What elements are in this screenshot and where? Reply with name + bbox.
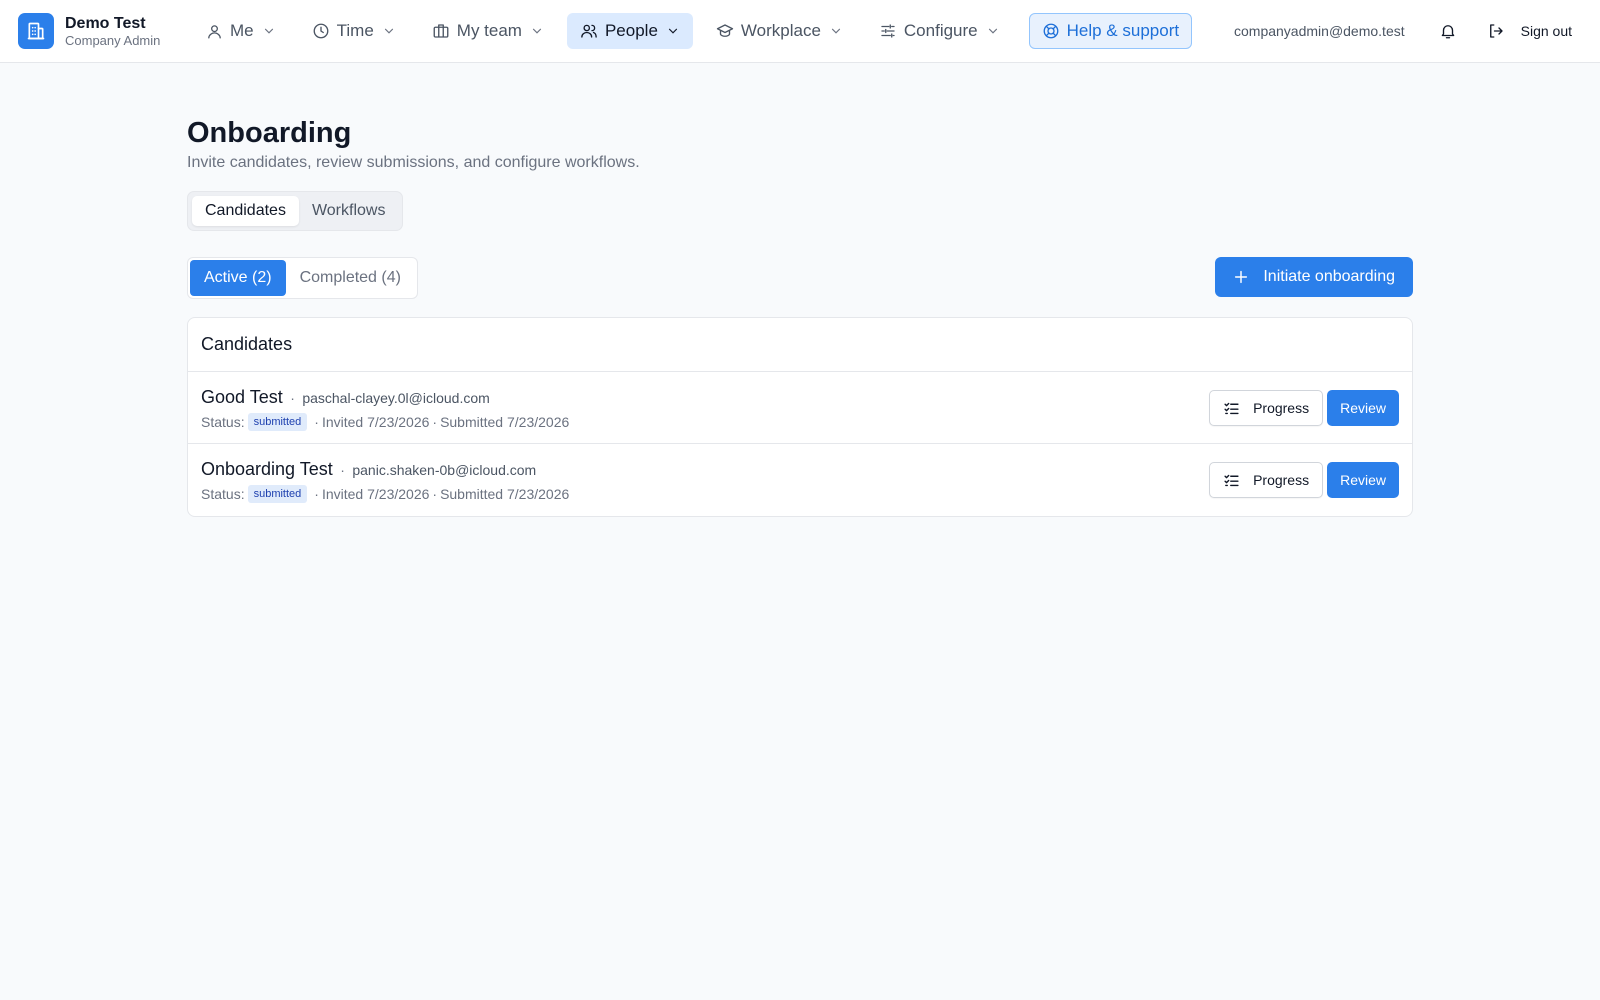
user-icon	[206, 23, 223, 40]
nav-item-label: Workplace	[740, 21, 821, 40]
notifications-bell-icon[interactable]	[1431, 14, 1465, 48]
nav-item-label: My team	[456, 21, 522, 40]
nav-item-people[interactable]: People	[566, 13, 693, 49]
plus-icon	[1233, 269, 1249, 285]
user-area: companyadmin@demo.test Sign out	[1234, 13, 1572, 49]
separator: ·	[314, 414, 319, 430]
tab-workflows[interactable]: Workflows	[299, 196, 399, 226]
users-icon	[580, 22, 598, 40]
checklist-icon	[1223, 400, 1240, 417]
review-button[interactable]: Review	[1327, 462, 1399, 498]
submitted-date: Submitted 7/23/2026	[440, 486, 570, 502]
main-content: Onboarding Invite candidates, review sub…	[187, 115, 1413, 517]
nav-item-label: Me	[230, 21, 254, 40]
review-button[interactable]: Review	[1327, 390, 1399, 426]
candidates-card-title: Candidates	[188, 318, 1412, 372]
candidate-name: Onboarding Test	[201, 459, 333, 479]
chevron-down-icon	[666, 24, 680, 38]
invited-date: Invited 7/23/2026	[321, 414, 430, 430]
candidate-email: panic.shaken-0b@icloud.com	[352, 462, 537, 478]
nav-item-my-team[interactable]: My team	[419, 13, 557, 49]
nav-item-label: Configure	[903, 21, 978, 40]
status-badge: submitted	[247, 413, 308, 431]
company-name: Demo Test	[65, 14, 146, 32]
chevron-down-icon	[262, 24, 276, 38]
initiate-onboarding-button[interactable]: Initiate onboarding	[1215, 257, 1413, 297]
user-role: Company Admin	[65, 32, 161, 48]
status-filter-tabs: Active (2) Completed (4)	[187, 257, 418, 299]
tab-candidates[interactable]: Candidates	[192, 196, 299, 226]
submitted-date: Submitted 7/23/2026	[440, 414, 570, 430]
separator: ·	[432, 414, 438, 430]
lifebuoy-icon	[1042, 22, 1060, 40]
progress-label: Progress	[1253, 400, 1310, 416]
tab-completed[interactable]: Completed (4)	[286, 260, 415, 296]
status-label: Status:	[201, 486, 245, 502]
chevron-down-icon	[382, 24, 396, 38]
clock-icon	[312, 22, 330, 40]
chevron-down-icon	[986, 24, 1000, 38]
checklist-icon	[1223, 472, 1240, 489]
main-nav: Me Time My team People Workplace Configu…	[193, 13, 1202, 49]
controls-row: Active (2) Completed (4) Initiate onboar…	[187, 257, 1413, 299]
nav-item-workplace[interactable]: Workplace	[703, 13, 856, 49]
help-support-label: Help & support	[1066, 21, 1180, 40]
sign-out-button[interactable]: Sign out	[1487, 22, 1572, 40]
sliders-icon	[879, 22, 897, 40]
brand[interactable]: Demo Test Company Admin	[18, 13, 160, 49]
progress-button[interactable]: Progress	[1209, 390, 1324, 426]
candidate-name: Good Test	[201, 387, 283, 407]
page-subtitle: Invite candidates, review submissions, a…	[187, 154, 640, 171]
invited-date: Invited 7/23/2026	[321, 486, 430, 502]
section-tabs: Candidates Workflows	[187, 191, 404, 231]
progress-button[interactable]: Progress	[1209, 462, 1324, 498]
candidate-email: paschal-clayey.0l@icloud.com	[302, 390, 490, 406]
chevron-down-icon	[530, 24, 544, 38]
chevron-down-icon	[829, 24, 843, 38]
help-support-button[interactable]: Help & support	[1028, 13, 1193, 49]
separator: ·	[314, 486, 319, 502]
separator: ·	[340, 462, 345, 478]
candidate-row: Good Test · paschal-clayey.0l@icloud.com…	[188, 372, 1412, 444]
candidates-card: Candidates Good Test · paschal-clayey.0l…	[187, 317, 1413, 517]
status-label: Status:	[201, 414, 245, 430]
sign-out-label: Sign out	[1520, 23, 1572, 39]
candidate-row: Onboarding Test · panic.shaken-0b@icloud…	[188, 444, 1412, 516]
nav-item-label: People	[604, 21, 658, 40]
separator: ·	[290, 390, 295, 406]
nav-item-time[interactable]: Time	[299, 13, 409, 49]
user-email: companyadmin@demo.test	[1234, 23, 1405, 39]
sign-out-icon	[1487, 22, 1505, 40]
top-navigation-bar: Demo Test Company Admin Me Time My team …	[0, 0, 1600, 63]
page-title: Onboarding	[187, 117, 352, 149]
nav-item-configure[interactable]: Configure	[866, 13, 1013, 49]
nav-item-me[interactable]: Me	[193, 13, 289, 49]
initiate-onboarding-label: Initiate onboarding	[1263, 268, 1395, 285]
status-badge: submitted	[247, 485, 308, 503]
tab-active[interactable]: Active (2)	[190, 260, 286, 296]
briefcase-icon	[432, 22, 450, 40]
graduation-cap-icon	[716, 22, 734, 40]
building-icon	[18, 13, 54, 49]
nav-item-label: Time	[336, 21, 374, 40]
progress-label: Progress	[1253, 472, 1310, 488]
separator: ·	[432, 486, 438, 502]
